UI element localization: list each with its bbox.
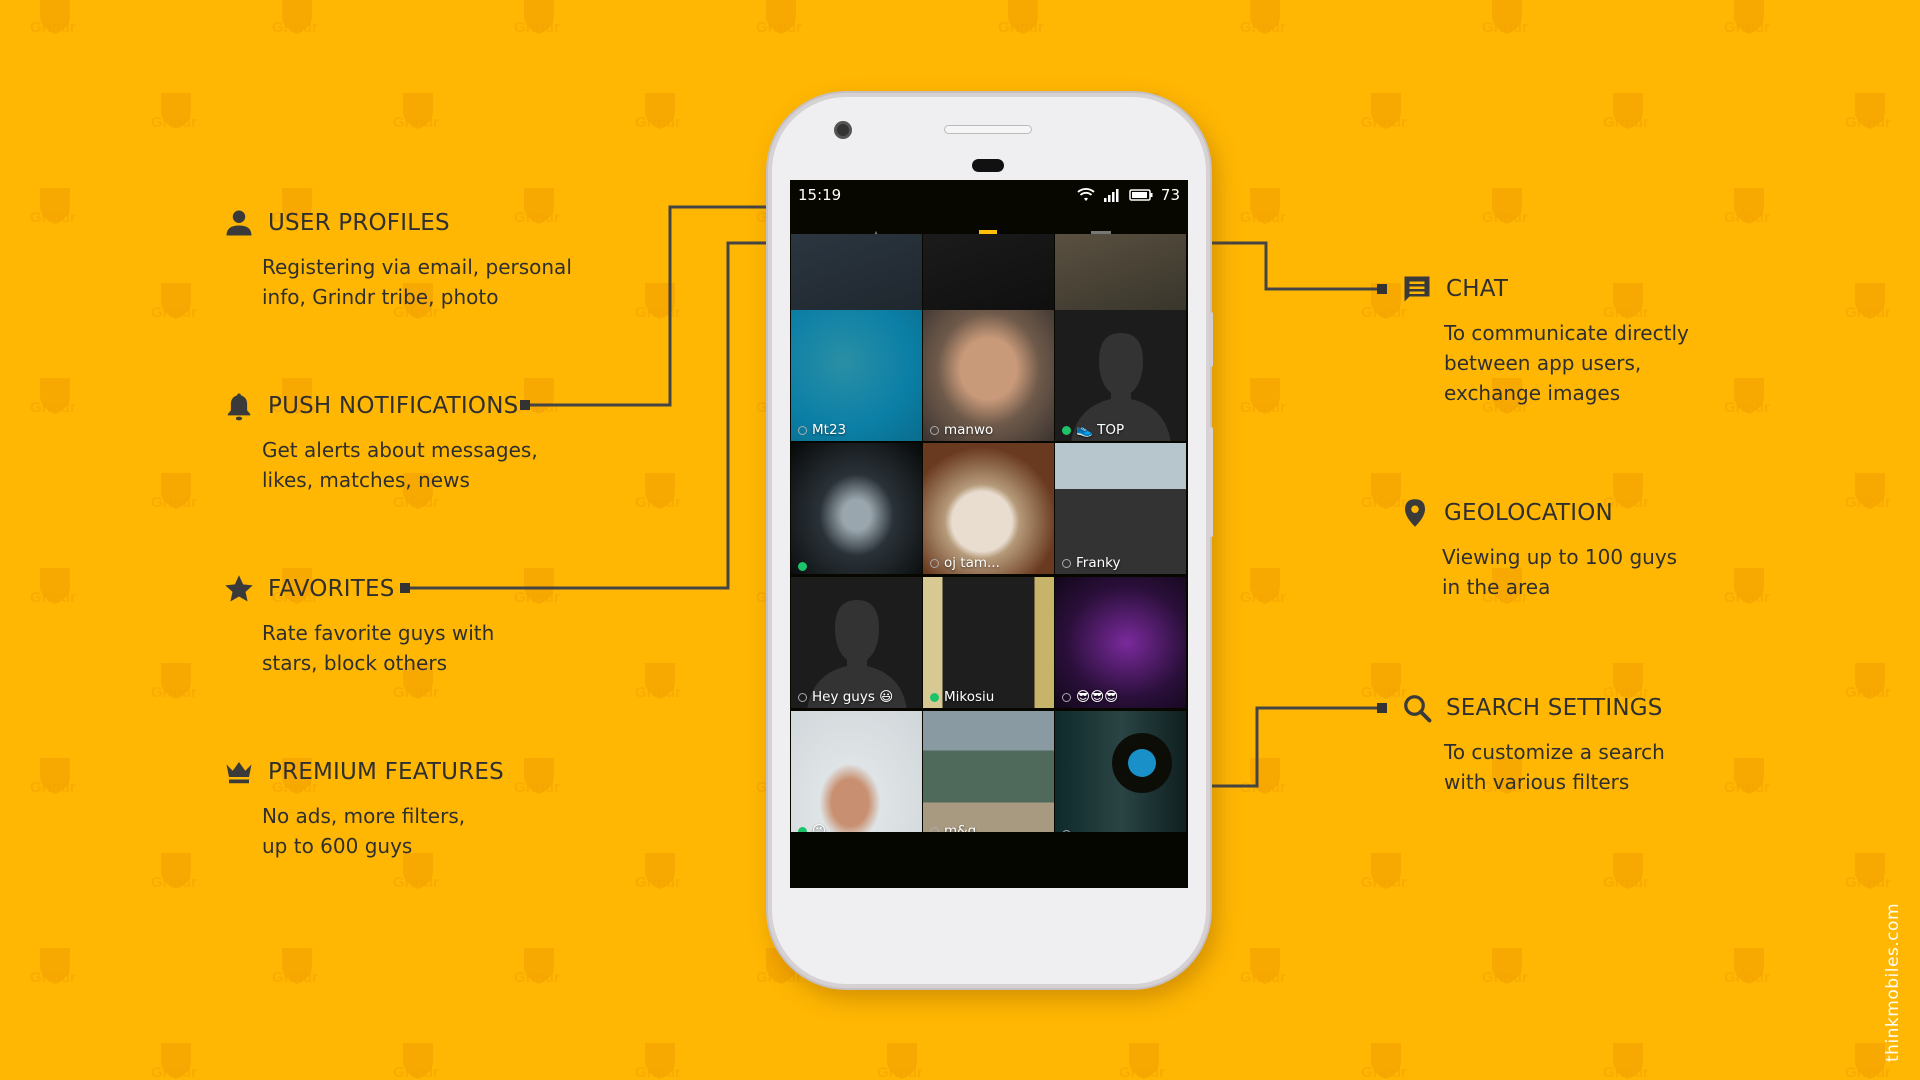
phone-screen: 15:19 73 Adi-adi🏓🌞🏖✉️TravelingAro...Mt23… xyxy=(790,180,1188,888)
brand-watermark: thinkmobiles.com xyxy=(1883,902,1903,1062)
feature-premium-features: PREMIUM FEATURES No ads, more filters, u… xyxy=(224,755,504,861)
location-pin-icon xyxy=(1400,498,1430,528)
search-fab-button[interactable] xyxy=(1112,733,1172,793)
profile-name: Hey guys 😃 xyxy=(812,689,894,705)
power-button xyxy=(1209,312,1213,367)
feature-desc: Rate favorite guys with stars, block oth… xyxy=(262,621,495,675)
online-status-icon xyxy=(1062,425,1071,435)
profile-cell[interactable]: 👟 TOP xyxy=(1055,310,1186,441)
feature-push-notifications: PUSH NOTIFICATIONS Get alerts about mess… xyxy=(224,389,538,495)
phone-mockup: 15:19 73 Adi-adi🏓🌞🏖✉️TravelingAro...Mt23… xyxy=(768,93,1213,988)
status-bar: 15:19 73 xyxy=(790,180,1188,210)
user-icon xyxy=(224,208,254,238)
feature-title: PUSH NOTIFICATIONS xyxy=(268,393,519,419)
profile-cell[interactable] xyxy=(791,443,922,574)
feature-search-settings: SEARCH SETTINGS To customize a search wi… xyxy=(1402,691,1665,797)
wifi-icon xyxy=(1077,188,1095,201)
profile-name: 😎😎😎 xyxy=(1076,689,1119,705)
offline-status-icon xyxy=(930,425,939,435)
crown-icon xyxy=(224,757,254,787)
volume-button xyxy=(1209,427,1213,537)
offline-status-icon xyxy=(798,692,807,702)
feature-desc: To communicate directly between app user… xyxy=(1444,321,1689,405)
profile-name: 👟 TOP xyxy=(1076,422,1125,438)
feature-title: FAVORITES xyxy=(268,576,395,602)
profile-cell[interactable]: 😎😎😎 xyxy=(1055,577,1186,708)
profile-photo xyxy=(791,443,922,574)
feature-title: GEOLOCATION xyxy=(1444,500,1613,526)
proximity-sensor xyxy=(972,159,1004,172)
bottom-bar xyxy=(790,832,1188,888)
profile-label xyxy=(798,562,812,571)
feature-desc: To customize a search with various filte… xyxy=(1444,740,1665,794)
bell-icon xyxy=(224,391,254,421)
feature-favorites: FAVORITES Rate favorite guys with stars,… xyxy=(224,572,494,678)
profile-label: Hey guys 😃 xyxy=(798,689,893,705)
feature-title: USER PROFILES xyxy=(268,210,450,236)
profile-name: Franky xyxy=(1076,555,1121,571)
profile-cell[interactable]: manwo xyxy=(923,310,1054,441)
feature-desc: Viewing up to 100 guys in the area xyxy=(1442,545,1678,599)
profile-label: 😎😎😎 xyxy=(1062,689,1118,705)
feature-title: SEARCH SETTINGS xyxy=(1446,695,1663,721)
profile-cell[interactable]: Hey guys 😃 xyxy=(791,577,922,708)
feature-desc: Registering via email, personal info, Gr… xyxy=(262,255,572,309)
offline-status-icon xyxy=(798,425,807,435)
feature-title: PREMIUM FEATURES xyxy=(268,759,504,785)
profile-name: Mikosiu xyxy=(944,689,995,705)
offline-status-icon xyxy=(1062,692,1071,702)
profile-cell[interactable]: oj tam... xyxy=(923,443,1054,574)
front-camera xyxy=(834,121,852,139)
offline-status-icon xyxy=(1062,558,1071,568)
profile-label: Mt23 xyxy=(798,422,846,438)
profile-cell[interactable]: Franky xyxy=(1055,443,1186,574)
battery-level: 73 xyxy=(1160,186,1180,204)
search-icon xyxy=(1402,693,1432,723)
status-time: 15:19 xyxy=(798,186,842,204)
online-status-icon xyxy=(930,692,939,702)
profile-cell[interactable]: Mikosiu xyxy=(923,577,1054,708)
feature-geolocation: GEOLOCATION Viewing up to 100 guys in th… xyxy=(1400,496,1677,602)
profile-name: Mt23 xyxy=(812,422,847,438)
earpiece-speaker xyxy=(944,125,1032,134)
feature-chat: CHAT To communicate directly between app… xyxy=(1402,272,1689,408)
feature-title: CHAT xyxy=(1446,276,1509,302)
chat-icon xyxy=(1402,274,1432,304)
profile-label: Mikosiu xyxy=(930,689,994,705)
profile-cell[interactable]: Mt23 xyxy=(791,310,922,441)
feature-user-profiles: USER PROFILES Registering via email, per… xyxy=(224,206,572,312)
signal-icon xyxy=(1103,189,1119,202)
fab-dot-icon xyxy=(1128,749,1156,777)
profile-label: Franky xyxy=(1062,555,1121,571)
feature-desc: Get alerts about messages, likes, matche… xyxy=(262,438,538,492)
online-status-icon xyxy=(798,562,807,571)
offline-status-icon xyxy=(930,558,939,568)
profile-cell[interactable]: m&g xyxy=(923,711,1054,842)
profile-label: 👟 TOP xyxy=(1062,422,1124,438)
battery-icon xyxy=(1129,189,1153,201)
star-icon xyxy=(224,574,254,604)
profile-label: manwo xyxy=(930,422,993,438)
profile-name: manwo xyxy=(944,422,994,438)
profile-label: oj tam... xyxy=(930,555,1000,571)
profile-cell[interactable]: 😉 xyxy=(791,711,922,842)
feature-desc: No ads, more filters, up to 600 guys xyxy=(262,804,466,858)
profile-name: oj tam... xyxy=(944,555,1000,571)
